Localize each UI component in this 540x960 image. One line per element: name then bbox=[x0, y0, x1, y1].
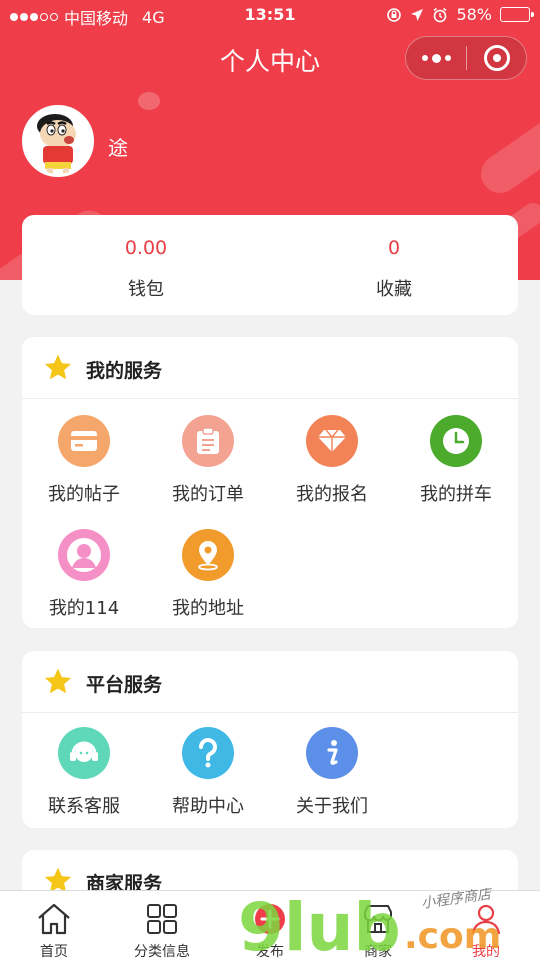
status-bar: 中国移动 4G 13:51 58% bbox=[0, 0, 540, 30]
service-label: 我的订单 bbox=[172, 484, 244, 505]
grid-icon bbox=[142, 899, 182, 939]
tab-label: 分类信息 bbox=[134, 944, 190, 960]
store-icon bbox=[358, 899, 398, 939]
service-my-address[interactable]: 我的地址 bbox=[146, 529, 270, 620]
more-menu-button[interactable] bbox=[406, 37, 466, 79]
header-decoration bbox=[473, 77, 540, 201]
bottom-tab-bar: 首页 分类信息 发布 商家 我的 bbox=[0, 890, 540, 960]
star-icon bbox=[44, 354, 72, 380]
section-title: 我的服务 bbox=[86, 360, 163, 382]
tab-home[interactable]: 首页 bbox=[0, 891, 108, 960]
battery-percent: 58% bbox=[456, 5, 492, 24]
tab-categories[interactable]: 分类信息 bbox=[108, 891, 216, 960]
location-icon bbox=[182, 529, 234, 581]
battery-icon bbox=[500, 7, 534, 22]
clipboard-icon bbox=[182, 415, 234, 467]
clock-icon bbox=[430, 415, 482, 467]
service-label: 我的114 bbox=[48, 598, 120, 619]
tab-label: 发布 bbox=[256, 944, 284, 960]
service-my-114[interactable]: 我的114 bbox=[22, 529, 146, 620]
service-my-carpool[interactable]: 我的拼车 bbox=[394, 415, 518, 506]
section-title: 平台服务 bbox=[86, 674, 163, 696]
service-help-center[interactable]: 帮助中心 bbox=[146, 727, 270, 818]
wallet-balance: 0.00 bbox=[124, 237, 168, 259]
service-my-orders[interactable]: 我的订单 bbox=[146, 415, 270, 506]
home-icon bbox=[34, 899, 74, 939]
plus-icon bbox=[250, 899, 290, 939]
username: 途 bbox=[108, 136, 128, 160]
service-label: 联系客服 bbox=[48, 796, 120, 817]
service-label: 关于我们 bbox=[296, 796, 368, 817]
alarm-icon bbox=[433, 7, 447, 22]
user-icon bbox=[58, 529, 110, 581]
service-label: 帮助中心 bbox=[172, 796, 244, 817]
service-label: 我的拼车 bbox=[420, 484, 492, 505]
person-icon bbox=[466, 899, 506, 939]
cartoon-avatar-image bbox=[25, 108, 91, 174]
favorites-stat[interactable]: 0 收藏 bbox=[270, 215, 518, 315]
tab-label: 我的 bbox=[472, 944, 500, 960]
tab-mine[interactable]: 我的 bbox=[432, 891, 540, 960]
question-icon bbox=[182, 727, 234, 779]
service-label: 我的地址 bbox=[172, 598, 244, 619]
service-my-registrations[interactable]: 我的报名 bbox=[270, 415, 394, 506]
header-decoration bbox=[138, 92, 160, 110]
headset-icon bbox=[58, 727, 110, 779]
tab-label: 商家 bbox=[364, 944, 392, 960]
close-button[interactable] bbox=[467, 37, 526, 79]
account-summary-card: 0.00 钱包 0 收藏 bbox=[22, 215, 518, 315]
tab-publish[interactable]: 发布 bbox=[216, 891, 324, 960]
star-icon bbox=[44, 668, 72, 694]
my-services-card: 我的服务 我的帖子 我的订单 我的报名 我的拼车 我的114 我的地址 bbox=[22, 337, 518, 628]
wallet-stat[interactable]: 0.00 钱包 bbox=[22, 215, 270, 315]
mini-program-capsule bbox=[405, 36, 527, 80]
favorites-label: 收藏 bbox=[376, 279, 412, 300]
platform-services-card: 平台服务 联系客服 帮助中心 关于我们 bbox=[22, 651, 518, 828]
diamond-icon bbox=[306, 415, 358, 467]
target-close-icon bbox=[483, 45, 510, 71]
location-arrow-icon bbox=[411, 8, 424, 21]
section-header: 平台服务 bbox=[22, 651, 518, 713]
service-about-us[interactable]: 关于我们 bbox=[270, 727, 394, 818]
favorites-count: 0 bbox=[387, 237, 401, 259]
tab-merchants[interactable]: 商家 bbox=[324, 891, 432, 960]
service-label: 我的报名 bbox=[296, 484, 368, 505]
service-label: 我的帖子 bbox=[48, 484, 120, 505]
avatar[interactable] bbox=[22, 105, 94, 177]
section-header: 我的服务 bbox=[22, 337, 518, 399]
tab-label: 首页 bbox=[40, 944, 68, 960]
wallet-label: 钱包 bbox=[128, 279, 164, 300]
info-icon bbox=[306, 727, 358, 779]
service-my-posts[interactable]: 我的帖子 bbox=[22, 415, 146, 506]
card-icon bbox=[58, 415, 110, 467]
service-contact-support[interactable]: 联系客服 bbox=[22, 727, 146, 818]
rotation-lock-icon bbox=[387, 7, 402, 22]
